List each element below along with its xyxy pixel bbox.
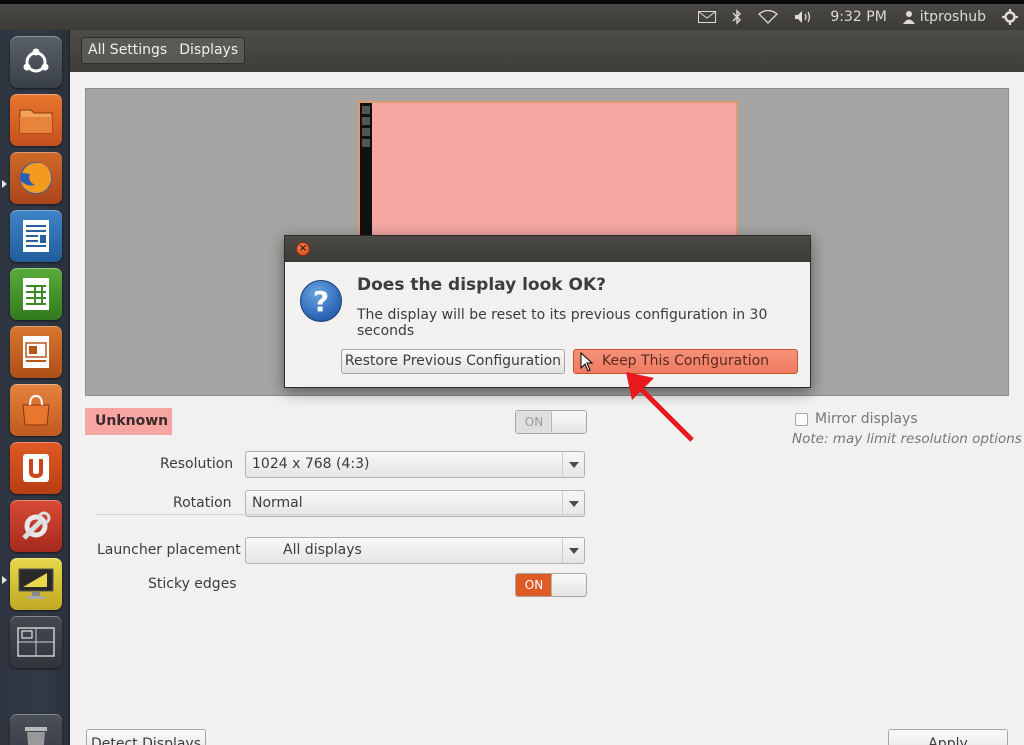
- chevron-down-icon: [562, 538, 584, 563]
- top-panel: 9:32 PM itproshub: [0, 4, 1024, 30]
- confirm-display-dialog: × ? Does the display look OK? The displa…: [284, 235, 811, 388]
- question-icon: ?: [300, 280, 342, 322]
- rotation-label: Rotation: [173, 495, 232, 511]
- trash-icon[interactable]: [10, 714, 62, 745]
- wifi-icon[interactable]: [758, 4, 779, 30]
- close-icon[interactable]: ×: [296, 242, 310, 256]
- switch-knob: [551, 574, 586, 596]
- sticky-edges-switch[interactable]: ON: [515, 573, 587, 597]
- libreoffice-writer-icon[interactable]: [10, 210, 62, 262]
- displays-icon[interactable]: [10, 558, 62, 610]
- apply-button[interactable]: Apply: [888, 729, 1008, 745]
- system-settings-icon[interactable]: [10, 500, 62, 552]
- launcher-placement-value: All displays: [283, 542, 362, 558]
- mirror-note: Note: may limit resolution options: [792, 431, 1022, 447]
- libreoffice-calc-icon[interactable]: [10, 268, 62, 320]
- bluetooth-icon[interactable]: [732, 4, 742, 30]
- sticky-edges-label: Sticky edges: [148, 576, 237, 592]
- rotation-combo[interactable]: Normal: [245, 490, 585, 517]
- mirror-displays-checkbox[interactable]: [795, 413, 808, 426]
- displays-crumb[interactable]: Displays: [173, 38, 244, 63]
- launcher: [0, 30, 70, 745]
- mirror-displays-label[interactable]: Mirror displays: [815, 411, 918, 427]
- mouse-cursor-icon: [580, 352, 594, 372]
- volume-icon[interactable]: [794, 4, 814, 30]
- ubuntu-one-icon[interactable]: [10, 442, 62, 494]
- libreoffice-impress-icon[interactable]: [10, 326, 62, 378]
- switch-knob: [551, 411, 586, 433]
- all-settings-button[interactable]: All Settings: [82, 38, 173, 63]
- breadcrumb: All Settings Displays: [81, 37, 246, 64]
- mail-icon[interactable]: [698, 4, 717, 30]
- display-name-label: Unknown: [85, 408, 172, 435]
- display-power-state: ON: [516, 411, 552, 433]
- gear-icon[interactable]: [1002, 4, 1018, 30]
- detect-displays-button[interactable]: Detect Displays: [86, 729, 206, 745]
- restore-configuration-button[interactable]: Restore Previous Configuration: [341, 349, 565, 374]
- user-menu[interactable]: itproshub: [902, 4, 986, 30]
- running-indicator: [2, 576, 7, 584]
- resolution-value: 1024 x 768 (4:3): [252, 456, 370, 472]
- user-icon: [902, 11, 915, 24]
- running-indicator: [2, 180, 7, 188]
- chevron-down-icon: [562, 452, 584, 477]
- clock[interactable]: 9:32 PM: [830, 4, 886, 30]
- files-icon[interactable]: [10, 94, 62, 146]
- workspace-switcher-icon[interactable]: [10, 616, 62, 668]
- dialog-title: Does the display look OK?: [357, 275, 606, 295]
- resolution-combo[interactable]: 1024 x 768 (4:3): [245, 451, 585, 478]
- annotation-arrow-icon: [626, 372, 694, 442]
- launcher-placement-label: Launcher placement: [97, 542, 241, 558]
- rotation-value: Normal: [252, 495, 303, 511]
- software-center-icon[interactable]: [10, 384, 62, 436]
- sticky-edges-state: ON: [516, 574, 552, 596]
- display-power-switch[interactable]: ON: [515, 410, 587, 434]
- dash-home-icon[interactable]: [10, 36, 62, 88]
- launcher-placement-combo[interactable]: All displays: [245, 537, 585, 564]
- resolution-label: Resolution: [160, 456, 234, 472]
- user-name: itproshub: [919, 9, 986, 25]
- window-toolbar: All Settings Displays: [70, 30, 1024, 72]
- dialog-titlebar: ×: [285, 236, 810, 262]
- section-divider: [96, 514, 586, 515]
- chevron-down-icon: [562, 491, 584, 516]
- firefox-icon[interactable]: [10, 152, 62, 204]
- dialog-message: The display will be reset to its previou…: [357, 307, 768, 339]
